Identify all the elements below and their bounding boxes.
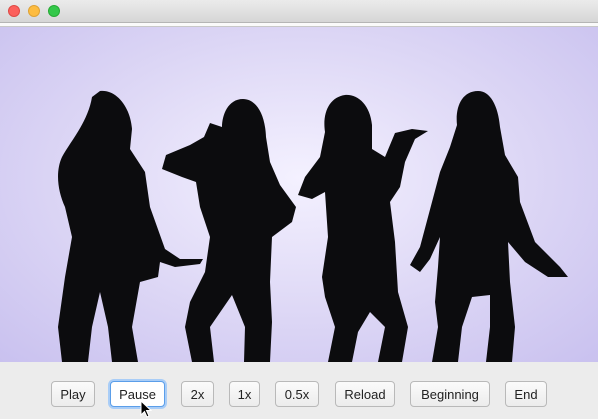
silhouette-figure-4 — [410, 91, 568, 362]
silhouette-figure-2 — [162, 99, 296, 362]
speed-0-5x-button[interactable]: 0.5x — [275, 381, 319, 407]
reload-button[interactable]: Reload — [335, 381, 395, 407]
close-window-button[interactable] — [8, 5, 20, 17]
zoom-window-button[interactable] — [48, 5, 60, 17]
silhouette-figure-3 — [298, 94, 428, 362]
playback-controls: Play Pause 2x 1x 0.5x Reload Beginning E… — [0, 362, 598, 419]
silhouette-figure-1 — [58, 90, 203, 362]
end-button[interactable]: End — [505, 381, 547, 407]
minimize-window-button[interactable] — [28, 5, 40, 17]
play-button[interactable]: Play — [51, 381, 95, 407]
pause-button[interactable]: Pause — [110, 381, 165, 407]
speed-2x-button[interactable]: 2x — [181, 381, 214, 407]
video-frame-silhouettes — [58, 90, 568, 362]
video-view[interactable] — [0, 27, 598, 362]
speed-1x-button[interactable]: 1x — [229, 381, 260, 407]
mouse-pointer-icon — [140, 400, 152, 418]
window-titlebar — [0, 0, 598, 23]
beginning-button[interactable]: Beginning — [410, 381, 490, 407]
